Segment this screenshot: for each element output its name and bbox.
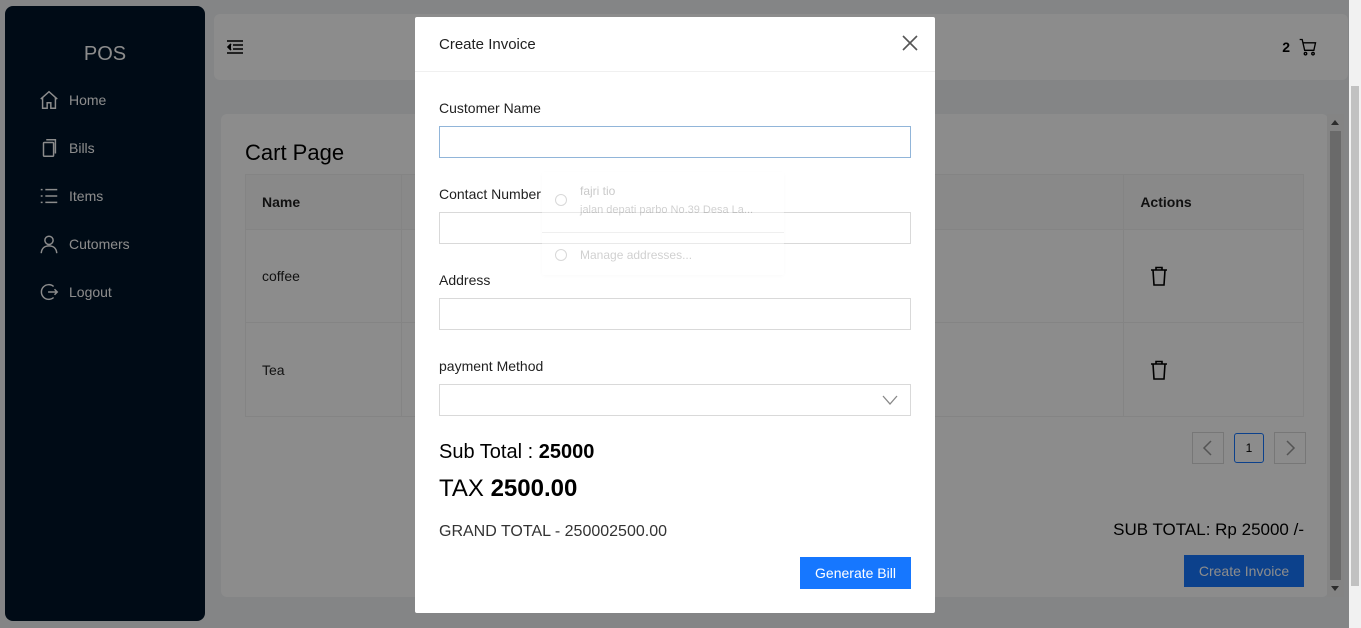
window-scroll-thumb[interactable] (1351, 86, 1359, 586)
sub-total: Sub Total : 25000 (439, 441, 594, 464)
address-input[interactable] (439, 298, 911, 330)
grand-total-label: GRAND TOTAL - (439, 523, 565, 540)
sub-total-value: 25000 (538, 441, 595, 463)
payment-method-label: payment Method (439, 358, 544, 374)
tax: TAX 2500.00 (439, 475, 577, 503)
window-scrollbar[interactable] (1349, 0, 1361, 628)
modal-title: Create Invoice (439, 36, 536, 53)
account-icon (555, 194, 567, 206)
autofill-address: jalan depati parbo No.39 Desa La... (580, 204, 754, 216)
grand-total-value: 250002500.00 (564, 523, 667, 540)
manage-addresses-link[interactable]: Manage addresses... (580, 248, 692, 262)
payment-method-select[interactable] (439, 384, 911, 416)
chevron-down-icon (882, 395, 898, 405)
address-label: Address (439, 272, 491, 288)
close-icon (902, 35, 918, 51)
autofill-name: fajri tio (580, 184, 616, 198)
tax-label: TAX (439, 475, 491, 502)
customer-name-input[interactable] (439, 126, 911, 158)
tax-value: 2500.00 (490, 475, 578, 502)
sub-total-label: Sub Total : (439, 441, 539, 463)
customer-name-label: Customer Name (439, 100, 541, 116)
grand-total: GRAND TOTAL - 250002500.00 (439, 523, 667, 541)
settings-icon (555, 249, 567, 261)
close-button[interactable] (901, 34, 919, 52)
create-invoice-modal: Create Invoice Customer Name Contact Num… (415, 17, 935, 613)
contact-number-label: Contact Number (439, 186, 541, 202)
modal-header: Create Invoice (415, 17, 935, 72)
autofill-dropdown: fajri tio jalan depati parbo No.39 Desa … (542, 172, 784, 275)
generate-bill-button[interactable]: Generate Bill (800, 557, 911, 589)
divider (542, 232, 784, 233)
